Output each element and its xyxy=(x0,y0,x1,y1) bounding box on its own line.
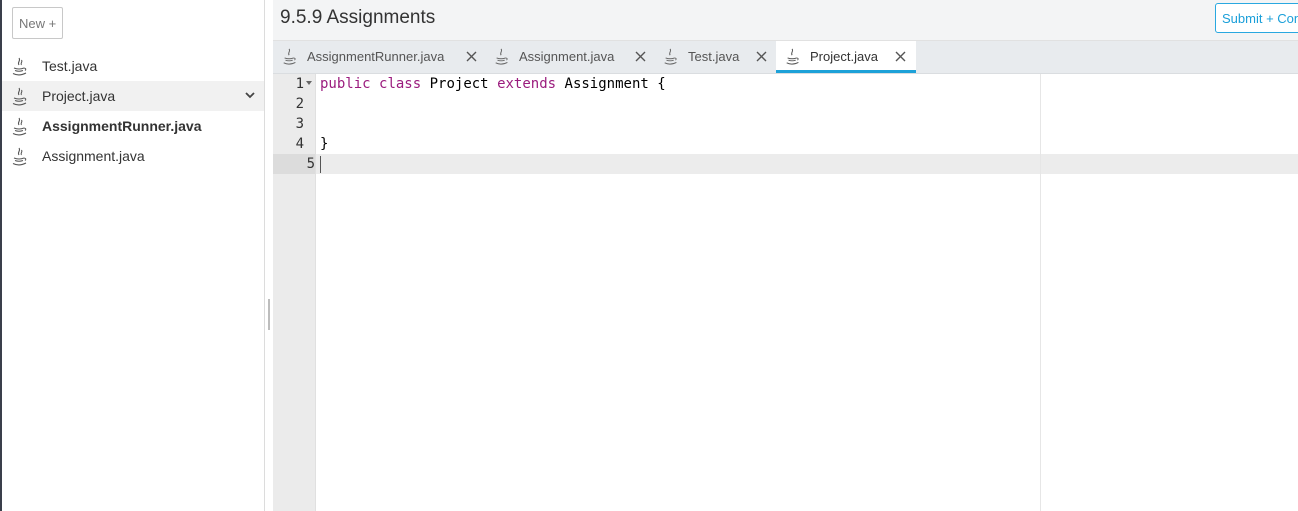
keyword-token: class xyxy=(379,76,422,92)
file-item-assignmentrunner[interactable]: AssignmentRunner.java xyxy=(2,111,264,141)
chevron-down-icon[interactable] xyxy=(244,88,256,102)
splitter-drag-handle[interactable] xyxy=(268,299,270,330)
tab-assignmentrunner[interactable]: AssignmentRunner.java xyxy=(273,41,485,73)
java-file-icon xyxy=(12,87,27,106)
line-number: 4 xyxy=(295,136,304,152)
submit-button-label: Submit + Continue xyxy=(1222,10,1298,26)
java-file-icon xyxy=(495,48,508,65)
java-file-icon xyxy=(12,147,27,166)
panel-splitter[interactable] xyxy=(265,0,273,511)
tab-project[interactable]: Project.java xyxy=(776,41,916,73)
close-icon[interactable] xyxy=(895,51,906,62)
new-file-button-label: New + xyxy=(19,15,57,31)
java-file-icon xyxy=(786,48,799,65)
code-line-4: } xyxy=(320,136,329,152)
file-item-label: Assignment.java xyxy=(42,148,145,164)
tab-label: Assignment.java xyxy=(519,49,615,64)
tab-label: AssignmentRunner.java xyxy=(307,49,445,64)
close-icon[interactable] xyxy=(756,51,767,62)
line-number-gutter: 1 2 3 4 5 xyxy=(273,74,316,511)
file-list: Test.java Project.java AssignmentRunner.… xyxy=(2,51,264,171)
identifier-token: Assignment xyxy=(564,76,649,92)
java-file-icon xyxy=(12,57,27,76)
editor-tab-bar: AssignmentRunner.java Assignment.java Te… xyxy=(273,41,1298,74)
java-file-icon xyxy=(12,117,27,136)
file-item-test[interactable]: Test.java xyxy=(2,51,264,81)
new-file-button[interactable]: New + xyxy=(12,7,64,39)
line-number-active: 5 xyxy=(273,154,315,174)
code-line-1: public class Project extends Assignment … xyxy=(320,74,666,94)
tab-test[interactable]: Test.java xyxy=(654,41,776,73)
file-item-project[interactable]: Project.java xyxy=(2,81,264,111)
line-number: 5 xyxy=(306,156,315,172)
tab-label: Project.java xyxy=(810,49,878,64)
keyword-token: public xyxy=(320,76,371,92)
brace-token: { xyxy=(657,76,666,92)
java-file-icon xyxy=(664,48,677,65)
close-icon[interactable] xyxy=(466,51,477,62)
close-icon[interactable] xyxy=(635,51,646,62)
fold-arrow-icon[interactable] xyxy=(306,81,312,86)
submit-continue-button[interactable]: Submit + Continue xyxy=(1215,3,1298,33)
keyword-token: extends xyxy=(497,76,557,92)
line-number: 3 xyxy=(295,116,304,132)
file-item-label: AssignmentRunner.java xyxy=(42,118,202,134)
file-item-label: Test.java xyxy=(42,58,98,74)
code-editor[interactable]: 1 2 3 4 5 public class Project extends A… xyxy=(273,74,1298,511)
file-item-label: Project.java xyxy=(42,88,116,104)
tab-assignment[interactable]: Assignment.java xyxy=(485,41,654,73)
active-line-highlight xyxy=(316,154,1298,174)
text-cursor xyxy=(320,156,321,173)
identifier-token: Project xyxy=(429,76,489,92)
tab-label: Test.java xyxy=(688,49,740,64)
file-sidebar: New + Test.java Project.java AssignmentR… xyxy=(2,0,265,511)
file-item-assignment[interactable]: Assignment.java xyxy=(2,141,264,171)
assignment-header: 9.5.9 Assignments Submit + Continue xyxy=(273,0,1298,41)
java-file-icon xyxy=(283,48,296,65)
print-margin xyxy=(1040,74,1041,511)
line-number: 1 xyxy=(295,76,304,92)
page-title: 9.5.9 Assignments xyxy=(280,7,436,28)
line-number: 2 xyxy=(295,96,304,112)
